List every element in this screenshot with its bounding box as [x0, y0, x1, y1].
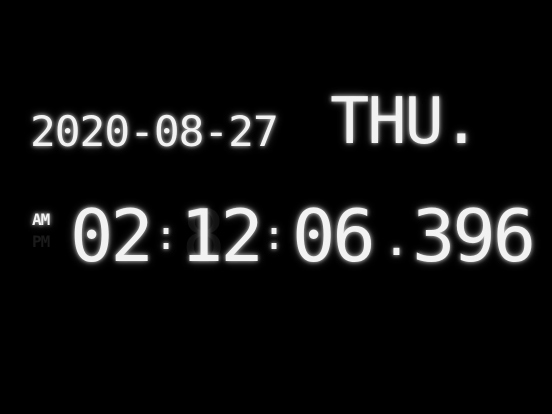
milliseconds-display: 396 — [412, 194, 536, 278]
seconds-display: 06 — [292, 194, 376, 278]
hours-minutes-separator: : — [154, 213, 178, 259]
decimal-point: . — [382, 211, 411, 267]
digital-clock-screen: 2020-08-27 THU. AM PM 8 02 : 12 : 06 . 3… — [0, 0, 552, 414]
date-display: 2020-08-27 — [30, 107, 279, 156]
minutes-seconds-separator: : — [262, 213, 286, 259]
meridiem-ghost-segment: PM — [32, 232, 50, 251]
meridiem-indicator: AM PM — [32, 211, 62, 261]
weekday-display: THU. — [330, 85, 481, 159]
minutes-display: 12 — [180, 194, 264, 278]
meridiem-am-label: AM — [32, 210, 50, 229]
hours-display: 02 — [70, 194, 154, 278]
